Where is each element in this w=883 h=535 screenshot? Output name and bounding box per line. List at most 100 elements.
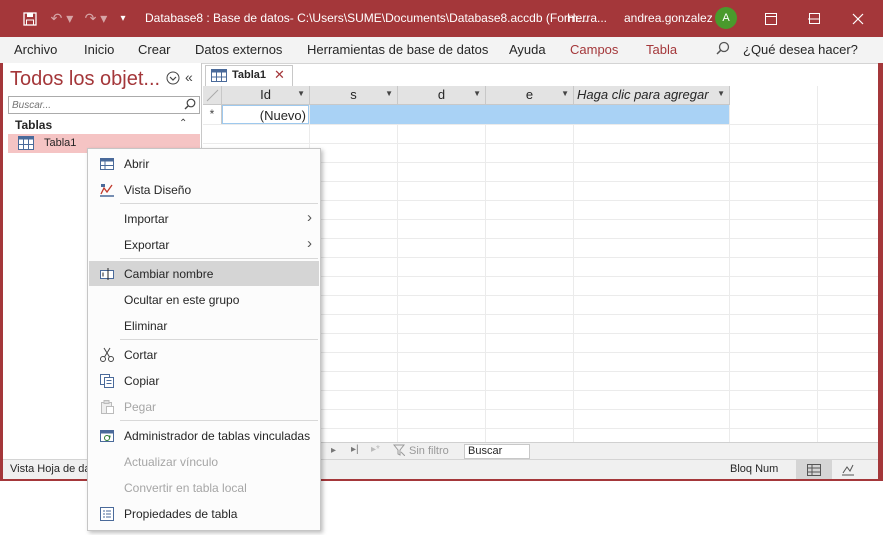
redo-icon[interactable]: ↷ ▾: [82, 0, 110, 37]
menu-item-cortar[interactable]: Cortar: [89, 342, 319, 367]
column-header-add[interactable]: Haga clic para agregar ▼: [574, 86, 730, 105]
tab-herramientas[interactable]: Herramientas de base de datos: [307, 42, 488, 57]
ribbon-tabs: Archivo Inicio Crear Datos externos Herr…: [0, 37, 883, 64]
column-dropdown-icon[interactable]: ▼: [297, 89, 305, 98]
column-header-e[interactable]: e ▼: [486, 86, 574, 105]
grid-line: [729, 86, 730, 442]
column-header-label: Id: [260, 87, 271, 102]
column-dropdown-icon[interactable]: ▼: [561, 89, 569, 98]
menu-item-vista-diseno[interactable]: Vista Diseño: [89, 177, 319, 202]
user-name[interactable]: andrea.gonzalez: [624, 11, 713, 25]
select-all-corner[interactable]: [203, 86, 222, 105]
menu-item-label: Cortar: [124, 348, 158, 362]
column-header-label: d: [437, 87, 446, 102]
nav-search-input[interactable]: [9, 98, 180, 113]
menu-item-label: Abrir: [124, 157, 150, 171]
tab-inicio[interactable]: Inicio: [84, 42, 114, 57]
filter-status[interactable]: Sin filtro: [409, 445, 449, 457]
num-lock-indicator: Bloq Num: [730, 463, 779, 475]
new-record-icon[interactable]: ▸*: [371, 444, 380, 455]
column-header-label: Haga clic para agregar: [577, 87, 709, 102]
menu-item-exportar[interactable]: Exportar ›: [89, 232, 319, 257]
design-view-icon[interactable]: [841, 463, 855, 479]
menu-item-propiedades[interactable]: Propiedades de tabla: [89, 501, 319, 526]
record-search-label: Buscar: [468, 445, 503, 457]
nav-search-box[interactable]: [8, 96, 200, 114]
close-tab-icon[interactable]: ✕: [274, 67, 285, 83]
column-dropdown-icon[interactable]: ▼: [473, 89, 481, 98]
tab-ayuda[interactable]: Ayuda: [509, 42, 546, 57]
menu-item-copiar[interactable]: Copiar: [89, 368, 319, 393]
column-header-s[interactable]: s ▼: [310, 86, 398, 105]
document-tab-tabla1[interactable]: Tabla1 ✕: [205, 65, 293, 86]
tab-archivo[interactable]: Archivo: [14, 42, 57, 57]
column-dropdown-icon[interactable]: ▼: [385, 89, 393, 98]
menu-separator: [120, 258, 318, 259]
grid-line: [573, 86, 574, 442]
new-record-id-cell[interactable]: (Nuevo): [222, 105, 309, 124]
close-icon[interactable]: [835, 0, 881, 37]
contextual-tab-group: Herra...: [567, 11, 608, 25]
menu-item-eliminar[interactable]: Eliminar: [89, 313, 319, 338]
submenu-arrow-icon: ›: [307, 209, 312, 226]
tab-campos[interactable]: Campos: [570, 42, 618, 57]
tab-datos-externos[interactable]: Datos externos: [195, 42, 282, 57]
window-title: Database8 : Base de datos- C:\Users\SUME…: [145, 11, 588, 25]
menu-item-label: Cambiar nombre: [124, 267, 214, 281]
document-tab-label: Tabla1: [232, 69, 267, 81]
menu-item-administrador-tablas[interactable]: Administrador de tablas vinculadas: [89, 423, 319, 448]
menu-item-abrir[interactable]: Abrir: [89, 151, 319, 176]
new-record-selector[interactable]: *: [203, 105, 222, 124]
record-search-box[interactable]: Buscar: [464, 444, 530, 459]
new-record-value: (Nuevo): [259, 108, 306, 123]
nav-menu-dropdown-icon[interactable]: [166, 71, 180, 88]
design-view-icon: [99, 182, 115, 198]
menu-item-label: Administrador de tablas vinculadas: [124, 429, 311, 443]
search-icon[interactable]: [184, 98, 196, 113]
menu-separator: [120, 339, 318, 340]
grid-line: [203, 143, 878, 144]
menu-item-ocultar[interactable]: Ocultar en este grupo: [89, 287, 319, 312]
save-icon[interactable]: [20, 0, 40, 37]
grid-line: [485, 86, 486, 442]
avatar[interactable]: A: [715, 7, 737, 29]
menu-item-label: Pegar: [124, 400, 157, 414]
column-dropdown-icon[interactable]: ▼: [717, 89, 725, 98]
column-header-d[interactable]: d ▼: [398, 86, 486, 105]
paste-icon: [99, 399, 115, 415]
new-record-cells[interactable]: [310, 105, 729, 124]
menu-item-cambiar-nombre[interactable]: Cambiar nombre: [89, 261, 319, 286]
undo-icon[interactable]: ↶ ▾: [48, 0, 76, 37]
filter-icon[interactable]: [392, 444, 406, 459]
lightbulb-search-icon[interactable]: [716, 41, 730, 58]
nav-group-header[interactable]: Tablas: [15, 118, 52, 132]
menu-separator: [120, 420, 318, 421]
customize-toolbar-icon[interactable]: ▾: [116, 0, 130, 37]
menu-item-label: Actualizar vínculo: [124, 455, 219, 469]
nav-pane-title[interactable]: Todos los objet...: [10, 68, 160, 91]
menu-item-actualizar-vinculo[interactable]: Actualizar vínculo: [89, 449, 319, 474]
next-record-icon[interactable]: ▸: [331, 445, 336, 456]
ribbon-display-icon[interactable]: [748, 0, 794, 37]
tab-tabla[interactable]: Tabla: [646, 42, 677, 57]
tell-me-box[interactable]: ¿Qué desea hacer?: [743, 42, 858, 57]
maximize-icon[interactable]: [791, 0, 837, 37]
menu-item-label: Propiedades de tabla: [124, 507, 238, 521]
grid-line: [817, 86, 818, 442]
last-record-icon[interactable]: ▸|: [351, 444, 359, 455]
status-view-text: Vista Hoja de da: [10, 463, 91, 475]
datasheet-view-icon[interactable]: [796, 460, 832, 479]
column-header-id[interactable]: Id ▼: [222, 86, 310, 105]
copy-icon: [99, 373, 115, 389]
menu-item-convertir-local[interactable]: Convertir en tabla local: [89, 475, 319, 500]
table-properties-icon: [99, 506, 115, 522]
collapse-pane-icon[interactable]: «: [185, 69, 193, 85]
linked-table-manager-icon: [99, 428, 115, 444]
grid-line: [397, 86, 398, 442]
menu-item-importar[interactable]: Importar ›: [89, 206, 319, 231]
menu-item-pegar[interactable]: Pegar: [89, 394, 319, 419]
tab-crear[interactable]: Crear: [138, 42, 171, 57]
context-menu: Abrir Vista Diseño Importar › Exportar ›…: [87, 148, 321, 531]
menu-item-label: Vista Diseño: [124, 183, 192, 197]
collapse-group-icon[interactable]: ⌃: [179, 118, 187, 129]
